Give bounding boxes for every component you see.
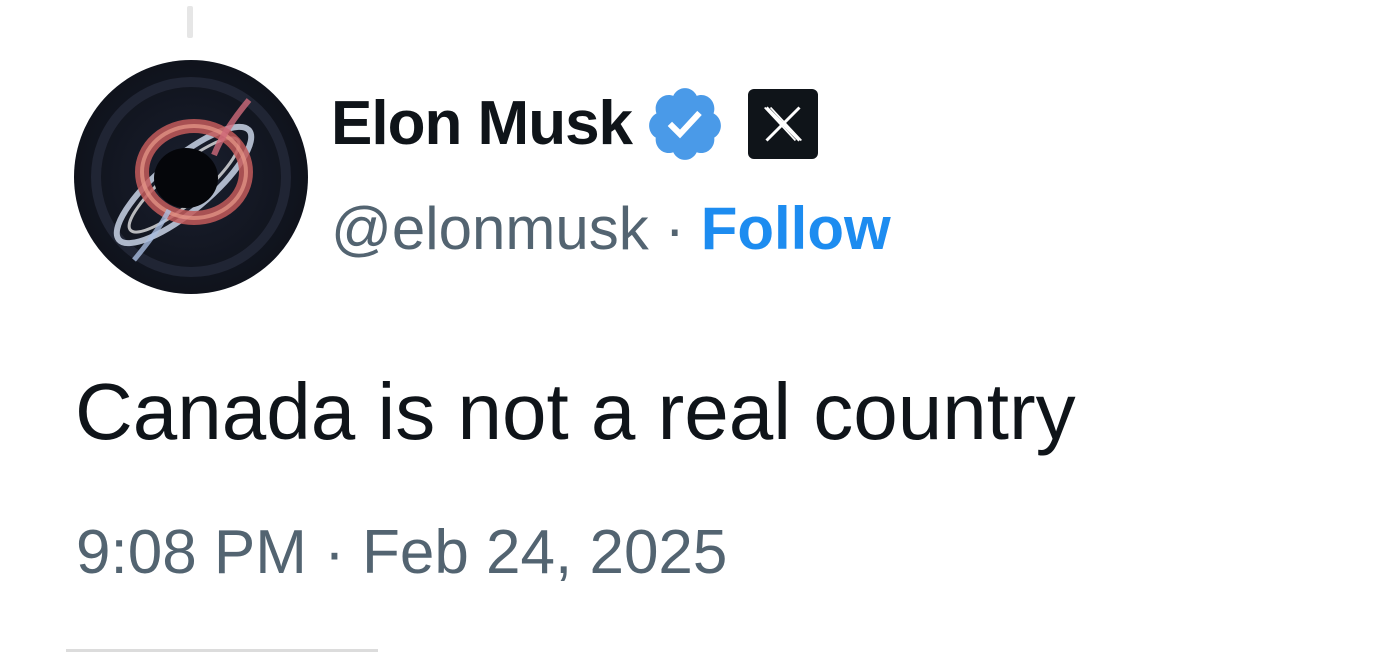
author-name[interactable]: Elon Musk — [331, 93, 633, 155]
verified-badge-icon — [644, 83, 726, 165]
divider-tick — [187, 6, 193, 38]
bottom-divider — [66, 649, 378, 652]
separator-dot: · — [664, 195, 685, 262]
author-handle[interactable]: @elonmusk — [331, 199, 649, 259]
x-logo-icon — [748, 89, 819, 159]
author-handle-row: @elonmusk · Follow — [331, 192, 891, 266]
author-header: Elon Musk — [331, 83, 819, 165]
follow-button[interactable]: Follow — [701, 199, 891, 259]
avatar[interactable] — [74, 60, 308, 294]
tweet-text: Canada is not a real country — [75, 367, 1076, 456]
black-hole-avatar-icon — [74, 60, 308, 294]
tweet-timestamp[interactable]: 9:08 PM · Feb 24, 2025 — [76, 522, 727, 584]
